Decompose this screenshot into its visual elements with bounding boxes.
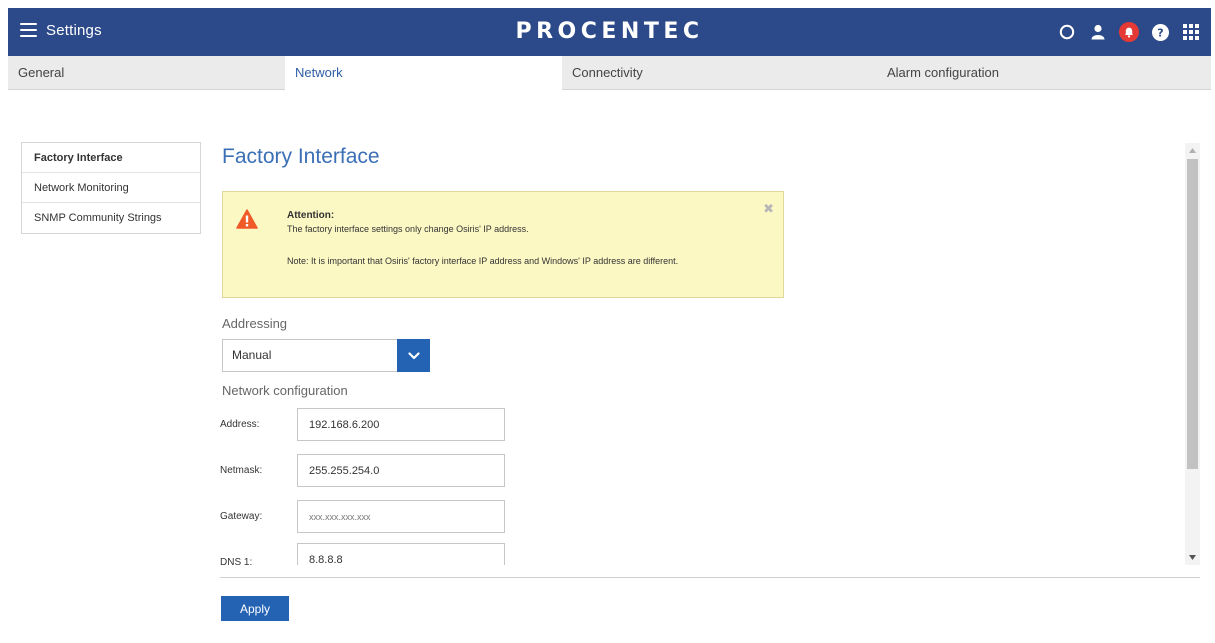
scroll-up-icon[interactable]	[1185, 143, 1200, 158]
gateway-label: Gateway:	[220, 511, 263, 522]
address-label: Address:	[220, 419, 260, 430]
tab-network[interactable]: Network	[285, 56, 562, 91]
tab-general[interactable]: General	[8, 56, 285, 90]
warning-icon	[236, 209, 258, 234]
main-content: Factory Interface Attention: The factory…	[220, 140, 1180, 565]
settings-sidebar: Factory Interface Network Monitoring SNM…	[21, 142, 201, 234]
apps-grid-icon[interactable]	[1181, 22, 1201, 42]
alert-note: Note: It is important that Osiris' facto…	[287, 256, 679, 266]
alert-message: The factory interface settings only chan…	[287, 224, 529, 234]
close-icon[interactable]: ✖	[763, 201, 774, 217]
dns1-label: DNS 1:	[220, 557, 253, 565]
scrollbar-thumb[interactable]	[1187, 159, 1198, 469]
top-bar: Settings PROCENTEC ?	[8, 8, 1211, 56]
dns1-field[interactable]	[297, 543, 505, 565]
tab-connectivity[interactable]: Connectivity	[562, 56, 877, 90]
alert-heading: Attention:	[287, 210, 335, 221]
tab-alarm-configuration[interactable]: Alarm configuration	[877, 56, 1211, 90]
address-field[interactable]	[297, 408, 505, 441]
network-configuration-label: Network configuration	[222, 383, 348, 398]
tab-bar: General Network Connectivity Alarm confi…	[8, 56, 1211, 91]
bell-icon[interactable]	[1119, 22, 1139, 42]
circle-icon[interactable]	[1057, 22, 1077, 42]
attention-alert: Attention: The factory interface setting…	[222, 191, 784, 298]
svg-text:?: ?	[1157, 26, 1163, 39]
chevron-down-icon[interactable]	[397, 339, 430, 372]
sidebar-item-snmp-community-strings[interactable]: SNMP Community Strings	[22, 203, 200, 233]
brand-logo: PROCENTEC	[515, 19, 704, 44]
help-icon[interactable]: ?	[1150, 22, 1170, 42]
addressing-select[interactable]: Manual	[222, 339, 430, 372]
page-title: Factory Interface	[222, 145, 380, 168]
sidebar-item-factory-interface[interactable]: Factory Interface	[22, 143, 200, 173]
netmask-field[interactable]	[297, 454, 505, 487]
apply-button[interactable]: Apply	[221, 596, 289, 621]
gateway-field[interactable]	[297, 500, 505, 533]
sidebar-item-network-monitoring[interactable]: Network Monitoring	[22, 173, 200, 203]
scroll-down-icon[interactable]	[1185, 550, 1200, 565]
user-icon[interactable]	[1088, 22, 1108, 42]
netmask-label: Netmask:	[220, 465, 263, 476]
divider	[220, 577, 1200, 578]
addressing-label: Addressing	[222, 316, 288, 331]
addressing-selected-value: Manual	[232, 348, 272, 362]
content-scrollbar[interactable]	[1185, 143, 1200, 565]
header-icons: ?	[1057, 22, 1201, 42]
